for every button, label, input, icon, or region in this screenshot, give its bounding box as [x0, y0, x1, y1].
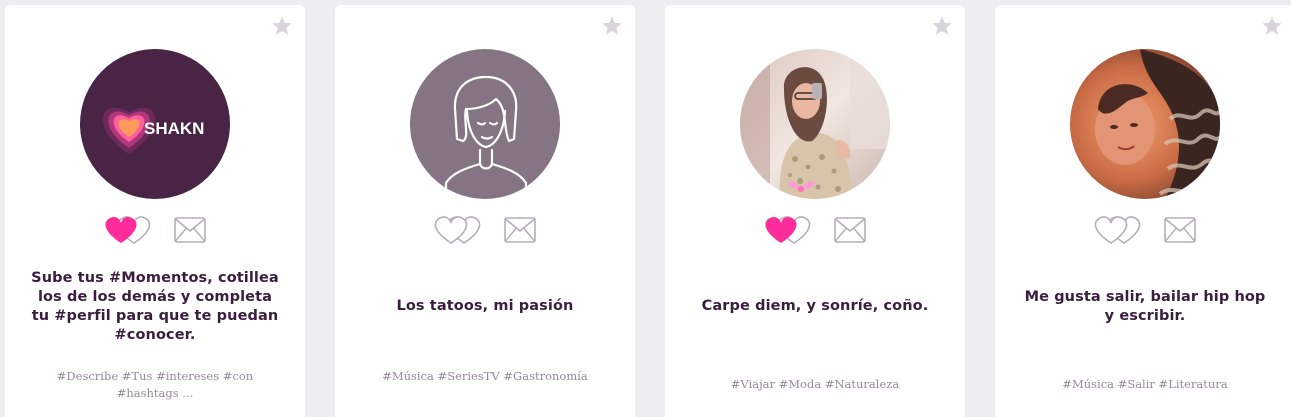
- profile-card[interactable]: SHAKN Sube tus #Momentos, cotillea los d…: [5, 5, 305, 417]
- profile-card[interactable]: Los tatoos, mi pasión #Música #SeriesTV …: [335, 5, 635, 417]
- star-icon[interactable]: [271, 15, 293, 37]
- avatar-placeholder[interactable]: [410, 49, 560, 199]
- profile-description: Me gusta salir, bailar hip hop y escribi…: [1024, 289, 1266, 324]
- star-icon[interactable]: [931, 15, 953, 37]
- double-heart-icon[interactable]: [433, 214, 483, 246]
- card-actions: [5, 213, 305, 247]
- envelope-icon[interactable]: [1164, 217, 1196, 243]
- female-placeholder-icon: [410, 49, 560, 199]
- card-actions: [665, 213, 965, 247]
- profile-card[interactable]: Me gusta salir, bailar hip hop y escribi…: [995, 5, 1291, 417]
- envelope-icon[interactable]: [834, 217, 866, 243]
- card-actions: [335, 213, 635, 247]
- profile-hashtags[interactable]: #Música #SeriesTV #Gastronomía: [375, 368, 595, 385]
- profile-description: Sube tus #Momentos, cotillea los de los …: [31, 270, 279, 343]
- shakn-logo-text: SHAKN: [144, 119, 204, 138]
- double-heart-icon[interactable]: [1093, 214, 1143, 246]
- avatar-photo[interactable]: [1070, 49, 1220, 199]
- envelope-icon[interactable]: [174, 217, 206, 243]
- double-heart-icon[interactable]: [103, 214, 153, 246]
- double-heart-icon[interactable]: [763, 214, 813, 246]
- card-actions: [995, 213, 1291, 247]
- profile-hashtags[interactable]: #Describe #Tus #intereses #con #hashtags…: [45, 368, 265, 402]
- profile-description: Los tatoos, mi pasión: [396, 298, 574, 314]
- profile-description: Carpe diem, y sonríe, coño.: [701, 298, 929, 314]
- profile-card[interactable]: Carpe diem, y sonríe, coño. #Viajar #Mod…: [665, 5, 965, 417]
- avatar-shakn-logo[interactable]: SHAKN: [80, 49, 230, 199]
- star-icon[interactable]: [601, 15, 623, 37]
- avatar-photo[interactable]: [740, 49, 890, 199]
- star-icon[interactable]: [1261, 15, 1283, 37]
- profile-hashtags[interactable]: #Viajar #Moda #Naturaleza: [705, 376, 925, 393]
- profile-hashtags[interactable]: #Música #Salir #Literatura: [1035, 376, 1255, 393]
- envelope-icon[interactable]: [504, 217, 536, 243]
- profile-card-grid: SHAKN Sube tus #Momentos, cotillea los d…: [0, 0, 1291, 417]
